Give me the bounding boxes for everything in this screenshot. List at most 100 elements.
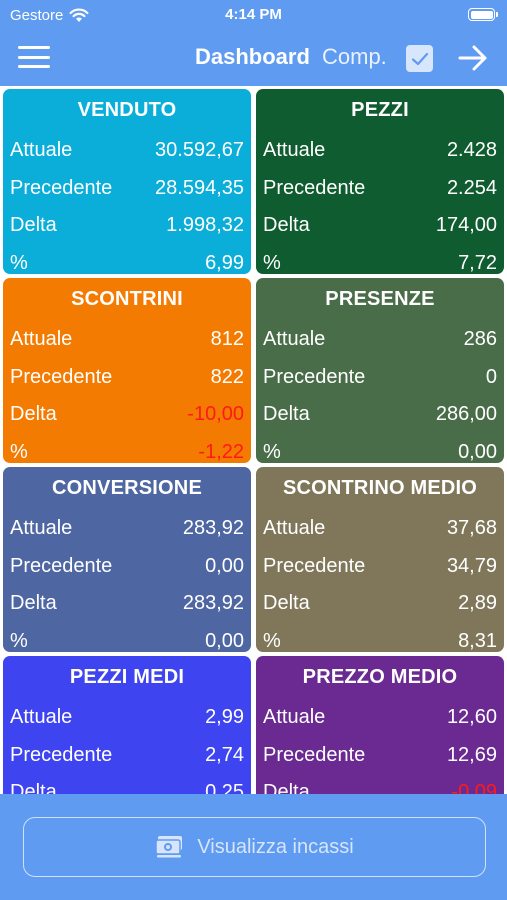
- row-label: Delta: [10, 402, 57, 425]
- row-value: 1.998,32: [166, 213, 244, 236]
- row-value: 2,74: [205, 743, 244, 766]
- compare-checkbox[interactable]: [406, 45, 433, 72]
- row-value: 286: [463, 327, 497, 350]
- row-value: 2.254: [446, 176, 497, 199]
- row-label: Attuale: [10, 705, 73, 728]
- row-value: 286,00: [435, 402, 497, 425]
- cash-icon: [155, 836, 183, 858]
- row-label: Attuale: [263, 705, 326, 728]
- row-label: Delta: [263, 591, 310, 614]
- row-delta: Delta 286,00: [263, 401, 497, 427]
- row-label: %: [263, 629, 281, 652]
- row-value: 0,25: [205, 780, 244, 795]
- status-bar: Gestore 4:14 PM: [0, 0, 507, 30]
- row-value: 12,60: [446, 705, 497, 728]
- row-label: Attuale: [263, 516, 326, 539]
- card-title: SCONTRINO MEDIO: [282, 477, 478, 499]
- row-label: Precedente: [263, 554, 366, 577]
- row-value: 37,68: [446, 516, 497, 539]
- card-title: PRESENZE: [325, 288, 435, 310]
- row-label: Precedente: [10, 554, 113, 577]
- row-delta: Delta 174,00: [263, 212, 497, 238]
- row-percent: % 8,31: [263, 628, 497, 652]
- row-delta: Delta 283,92: [10, 590, 244, 616]
- card-scontrino-medio[interactable]: SCONTRINO MEDIO Attuale 37,68 Precedente 3…: [256, 467, 504, 652]
- view-receipts-button[interactable]: Visualizza incassi: [23, 817, 486, 877]
- row-value: 12,69: [446, 743, 497, 766]
- row-current: Attuale 30.592,67: [10, 137, 244, 163]
- card-title: SCONTRINI: [71, 288, 183, 310]
- row-percent: % 0,00: [263, 439, 497, 463]
- row-previous: Precedente 28.594,35: [10, 175, 244, 201]
- card-prezzo-medio[interactable]: PREZZO MEDIO Attuale 12,60 Precedente 12,6…: [256, 656, 504, 794]
- row-current: Attuale 2,99: [10, 704, 244, 730]
- row-label: Attuale: [263, 327, 326, 350]
- card-venduto[interactable]: VENDUTO Attuale 30.592,67 Precedente 28.59…: [3, 89, 251, 274]
- card-pezzi-medi[interactable]: PEZZI MEDI Attuale 2,99 Precedente 2,74 De…: [3, 656, 251, 794]
- dashboard-grid: VENDUTO Attuale 30.592,67 Precedente 28.59…: [0, 86, 507, 794]
- row-value: 174,00: [435, 213, 497, 236]
- row-label: Attuale: [10, 138, 73, 161]
- clock: 4:14 PM: [225, 6, 282, 23]
- row-label: Delta: [263, 780, 310, 795]
- card-pezzi[interactable]: PEZZI Attuale 2.428 Precedente 2.254 Delta…: [256, 89, 504, 274]
- row-label: %: [10, 251, 28, 274]
- row-label: Delta: [10, 213, 57, 236]
- view-receipts-label: Visualizza incassi: [197, 835, 354, 858]
- row-label: Delta: [263, 402, 310, 425]
- row-label: Precedente: [10, 365, 113, 388]
- row-previous: Precedente 34,79: [263, 553, 497, 579]
- row-previous: Precedente 0,00: [10, 553, 244, 579]
- row-current: Attuale 2.428: [263, 137, 497, 163]
- row-label: Delta: [263, 213, 310, 236]
- row-percent: % 6,99: [10, 250, 244, 274]
- arrow-right-icon[interactable]: [458, 44, 488, 72]
- card-title: VENDUTO: [77, 99, 177, 121]
- row-previous: Precedente 2.254: [263, 175, 497, 201]
- row-delta: Delta -10,00: [10, 401, 244, 427]
- row-value: 2,89: [458, 591, 497, 614]
- row-current: Attuale 12,60: [263, 704, 497, 730]
- row-value: 283,92: [182, 516, 244, 539]
- row-label: %: [10, 440, 28, 463]
- row-previous: Precedente 822: [10, 364, 244, 390]
- row-previous: Precedente 2,74: [10, 742, 244, 768]
- row-delta: Delta 1.998,32: [10, 212, 244, 238]
- row-label: Attuale: [10, 516, 73, 539]
- row-label: Precedente: [263, 743, 366, 766]
- battery-icon: [468, 8, 498, 21]
- row-value: -10,00: [187, 402, 244, 425]
- compare-label: Comp.: [322, 44, 387, 69]
- row-percent: % 7,72: [263, 250, 497, 274]
- card-title: PEZZI: [351, 99, 409, 121]
- row-current: Attuale 286: [263, 326, 497, 352]
- row-label: %: [263, 251, 281, 274]
- row-value: 283,92: [182, 591, 244, 614]
- card-scontrini[interactable]: SCONTRINI Attuale 812 Precedente 822 Delta…: [3, 278, 251, 463]
- page-title: Dashboard: [195, 44, 310, 69]
- row-delta: Delta 2,89: [263, 590, 497, 616]
- card-title: CONVERSIONE: [51, 477, 202, 499]
- row-label: %: [263, 440, 281, 463]
- row-value: -0,09: [451, 780, 497, 795]
- row-value: 7,72: [458, 251, 497, 274]
- row-value: 28.594,35: [155, 176, 244, 199]
- row-current: Attuale 283,92: [10, 515, 244, 541]
- card-conversione[interactable]: CONVERSIONE Attuale 283,92 Precedente 0,00…: [3, 467, 251, 652]
- row-value: 0,00: [205, 554, 244, 577]
- row-current: Attuale 812: [10, 326, 244, 352]
- row-value: 8,31: [458, 629, 497, 652]
- bottom-bar: Visualizza incassi: [0, 794, 507, 900]
- row-previous: Precedente 12,69: [263, 742, 497, 768]
- row-label: Precedente: [10, 176, 113, 199]
- row-label: %: [10, 629, 28, 652]
- card-presenze[interactable]: PRESENZE Attuale 286 Precedente 0 Delta 286…: [256, 278, 504, 463]
- row-label: Precedente: [10, 743, 113, 766]
- row-value: 2.428: [446, 138, 497, 161]
- row-value: 822: [210, 365, 244, 388]
- row-delta: Delta 0,25: [10, 779, 244, 795]
- card-title: PEZZI MEDI: [69, 666, 185, 688]
- row-value: 34,79: [446, 554, 497, 577]
- menu-icon[interactable]: [18, 46, 50, 68]
- row-value: 30.592,67: [155, 138, 244, 161]
